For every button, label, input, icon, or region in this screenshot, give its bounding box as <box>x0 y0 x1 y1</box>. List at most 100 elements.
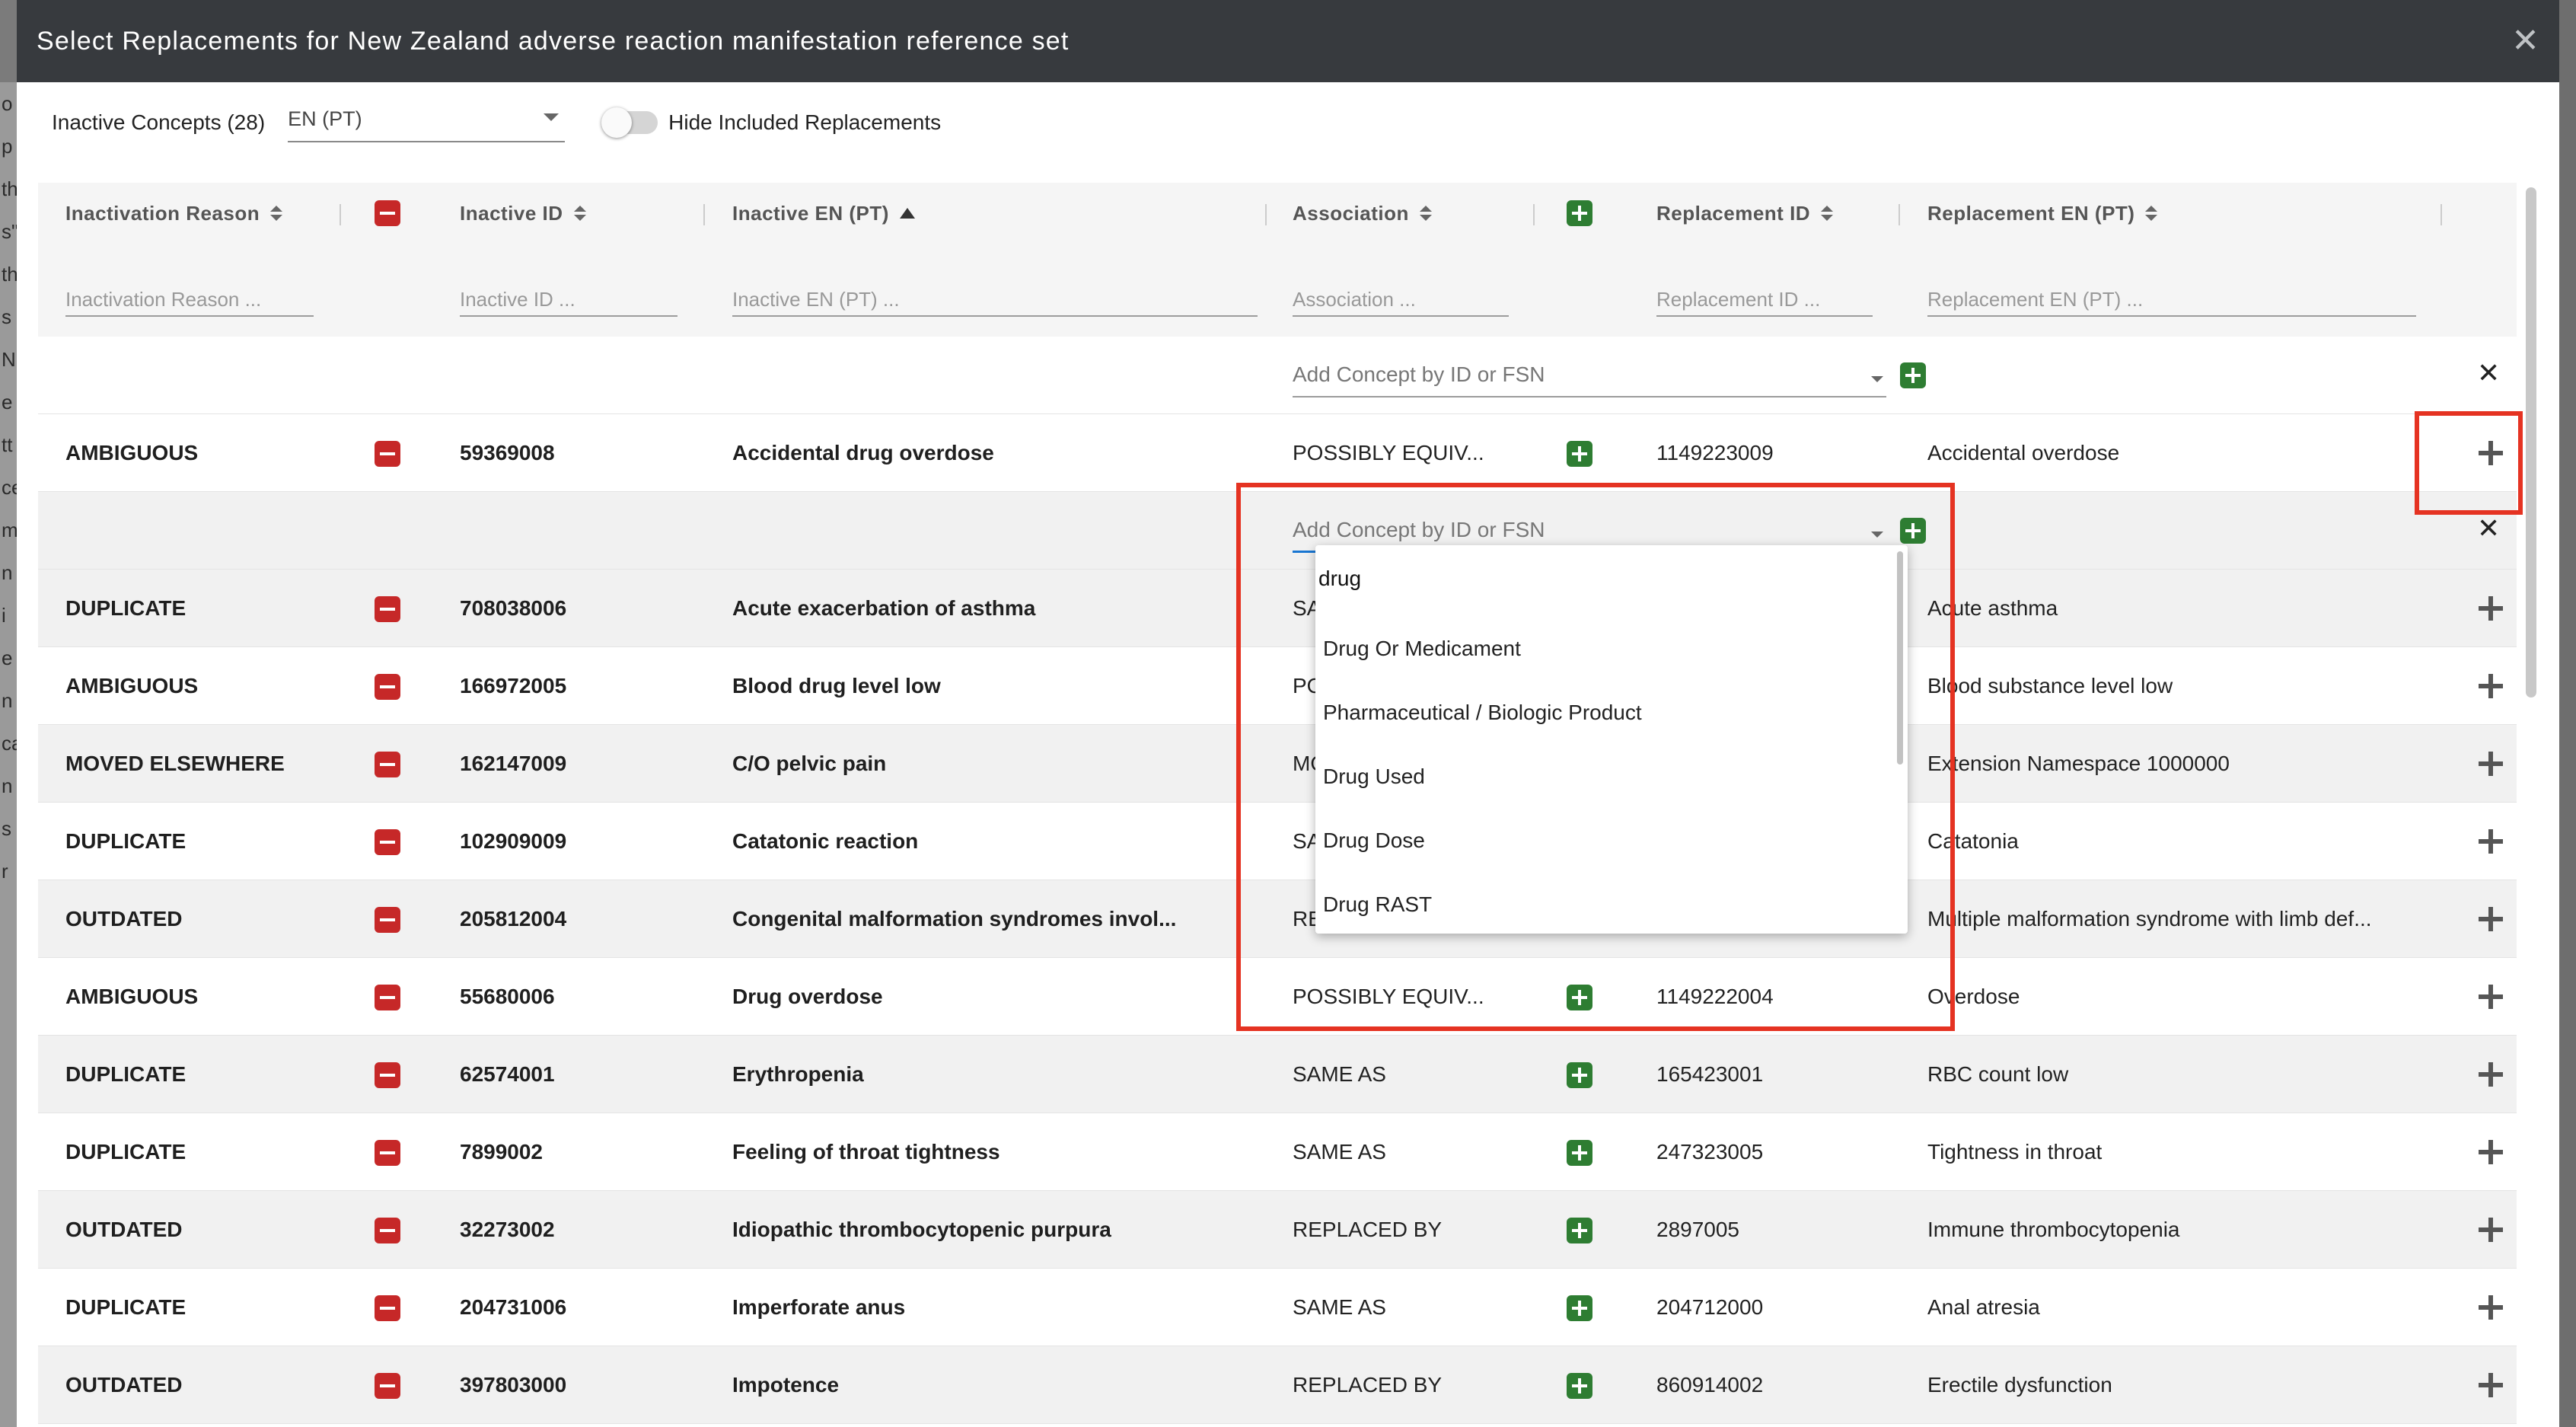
chevron-down-icon <box>544 113 560 121</box>
modal-titlebar: Select Replacements for New Zealand adve… <box>17 0 2559 82</box>
col-inactivation-reason[interactable]: Inactivation Reason <box>65 183 283 244</box>
replacement-en: RBC count low <box>1927 1062 2069 1086</box>
association-value[interactable]: SAME AS <box>1293 1269 1521 1346</box>
add-replacement-button[interactable] <box>1567 1295 1592 1321</box>
col-label: Inactive EN (PT) <box>732 201 889 225</box>
remove-row-button[interactable] <box>375 1140 400 1166</box>
add-replacement-button[interactable] <box>1567 1373 1592 1399</box>
col-replacement-en[interactable]: Replacement EN (PT) <box>1927 183 2158 244</box>
inactive-id: 32273002 <box>460 1218 555 1241</box>
col-inactive-en[interactable]: Inactive EN (PT) <box>732 183 915 244</box>
autocomplete-option[interactable]: Drug Or Medicament <box>1315 617 1908 681</box>
remove-row-button[interactable] <box>375 1218 400 1243</box>
remove-row-button[interactable] <box>375 1295 400 1321</box>
add-replacement-button[interactable] <box>1567 1140 1592 1166</box>
sort-ascending-icon <box>899 208 915 219</box>
association-value[interactable]: SAME AS <box>1293 1036 1521 1113</box>
add-row-icon[interactable] <box>2479 1062 2503 1087</box>
replacement-en: Multiple malformation syndrome with limb… <box>1927 907 2372 931</box>
inactive-en: Drug overdose <box>732 985 883 1008</box>
close-icon[interactable]: ✕ <box>2477 359 2500 387</box>
filter-inactivation-reason[interactable]: Inactivation Reason ... <box>65 283 314 317</box>
add-replacement-button[interactable] <box>1567 985 1592 1010</box>
confirm-add-concept-button[interactable] <box>1900 518 1926 544</box>
inactive-en: Acute exacerbation of asthma <box>732 596 1036 620</box>
inactive-id: 397803000 <box>460 1373 567 1397</box>
remove-row-button[interactable] <box>375 985 400 1010</box>
association-value[interactable]: REPLACED BY <box>1293 1191 1521 1269</box>
remove-row-button[interactable] <box>375 1373 400 1399</box>
add-row-icon[interactable] <box>2479 907 2503 931</box>
add-row-icon[interactable] <box>2479 985 2503 1009</box>
replacement-en: Blood substance level low <box>1927 674 2173 698</box>
filter-replacement-id[interactable]: Replacement ID ... <box>1656 283 1873 317</box>
add-row-icon[interactable] <box>2479 1373 2503 1397</box>
remove-row-button[interactable] <box>375 596 400 622</box>
language-select[interactable]: EN (PT) <box>288 103 566 142</box>
col-association[interactable]: Association <box>1293 183 1432 244</box>
confirm-add-concept-button[interactable] <box>1900 362 1926 388</box>
add-replacement-button[interactable] <box>1567 1218 1592 1243</box>
close-icon[interactable]: ✕ <box>2477 515 2500 542</box>
inactivation-reason: OUTDATED <box>65 907 183 931</box>
remove-row-button[interactable] <box>375 829 400 855</box>
add-row-icon[interactable] <box>2479 674 2503 698</box>
add-row-icon[interactable] <box>2479 596 2503 621</box>
filter-replacement-en[interactable]: Replacement EN (PT) ... <box>1927 283 2416 317</box>
add-row-icon[interactable] <box>2479 1218 2503 1242</box>
replacement-en: Anal atresia <box>1927 1295 2040 1319</box>
replacement-id: 1149222004 <box>1656 985 1774 1008</box>
table-row: OUTDATED 32273002 Idiopathic thrombocytope… <box>38 1191 2517 1269</box>
association-value[interactable]: SAME AS <box>1293 1113 1521 1191</box>
inactivation-reason: DUPLICATE <box>65 1062 187 1086</box>
remove-row-button[interactable] <box>375 907 400 933</box>
col-inactive-id[interactable]: Inactive ID <box>460 183 586 244</box>
inactivation-reason: MOVED ELSEWHERE <box>65 752 285 775</box>
filter-association[interactable]: Association ... <box>1293 283 1509 317</box>
remove-row-button[interactable] <box>375 674 400 700</box>
add-row-icon[interactable] <box>2479 1140 2503 1164</box>
remove-row-button[interactable] <box>375 752 400 777</box>
autocomplete-query[interactable]: drug <box>1315 545 1908 617</box>
autocomplete-option[interactable]: Drug RAST <box>1315 873 1908 934</box>
add-replacement-button[interactable] <box>1567 1062 1592 1088</box>
toggle-knob <box>601 107 633 138</box>
inactive-id: 55680006 <box>460 985 555 1008</box>
add-replacement-button[interactable] <box>1567 441 1592 467</box>
association-value[interactable]: POSSIBLY EQUIV... <box>1293 414 1521 492</box>
inactive-concepts-count: Inactive Concepts (28) <box>52 110 266 134</box>
dropdown-scrollbar[interactable] <box>1897 551 1903 765</box>
remove-row-button[interactable] <box>375 1062 400 1088</box>
add-row-icon[interactable] <box>2479 1295 2503 1320</box>
filter-inactive-id[interactable]: Inactive ID ... <box>460 283 677 317</box>
remove-row-button[interactable] <box>375 441 400 467</box>
autocomplete-option[interactable]: Drug Dose <box>1315 809 1908 873</box>
filter-row: Inactivation Reason ... Inactive ID ... … <box>38 244 2517 337</box>
column-divider <box>1533 204 1535 225</box>
replacement-en: Overdose <box>1927 985 2020 1008</box>
table-scrollbar[interactable] <box>2526 187 2536 698</box>
inactivation-reason: DUPLICATE <box>65 1295 187 1319</box>
inactive-id: 162147009 <box>460 752 567 775</box>
inactivation-reason: AMBIGUOUS <box>65 985 199 1008</box>
association-value[interactable]: REPLACED BY <box>1293 1346 1521 1424</box>
hide-included-toggle[interactable] <box>601 107 658 138</box>
remove-all-button[interactable] <box>375 200 400 226</box>
autocomplete-option[interactable]: Drug Used <box>1315 745 1908 809</box>
autocomplete-option[interactable]: Pharmaceutical / Biologic Product <box>1315 681 1908 745</box>
replacements-modal: Select Replacements for New Zealand adve… <box>17 0 2559 1427</box>
add-row-icon[interactable] <box>2479 752 2503 776</box>
filter-inactive-en[interactable]: Inactive EN (PT) ... <box>732 283 1258 317</box>
sort-icon <box>270 206 283 221</box>
col-label: Replacement ID <box>1656 201 1811 225</box>
replacement-id: 2897005 <box>1656 1218 1740 1241</box>
add-row-icon[interactable] <box>2479 829 2503 854</box>
add-concept-placeholder: Add Concept by ID or FSN <box>1293 518 1545 541</box>
association-value[interactable]: POSSIBLY EQUIV... <box>1293 958 1521 1036</box>
col-replacement-id[interactable]: Replacement ID <box>1656 183 1834 244</box>
add-concept-input[interactable]: Add Concept by ID or FSN <box>1293 355 1886 397</box>
close-icon[interactable]: ✕ <box>2511 24 2539 58</box>
inactive-en: Accidental drug overdose <box>732 441 994 464</box>
add-all-button[interactable] <box>1567 200 1592 226</box>
add-row-icon[interactable] <box>2479 441 2503 465</box>
